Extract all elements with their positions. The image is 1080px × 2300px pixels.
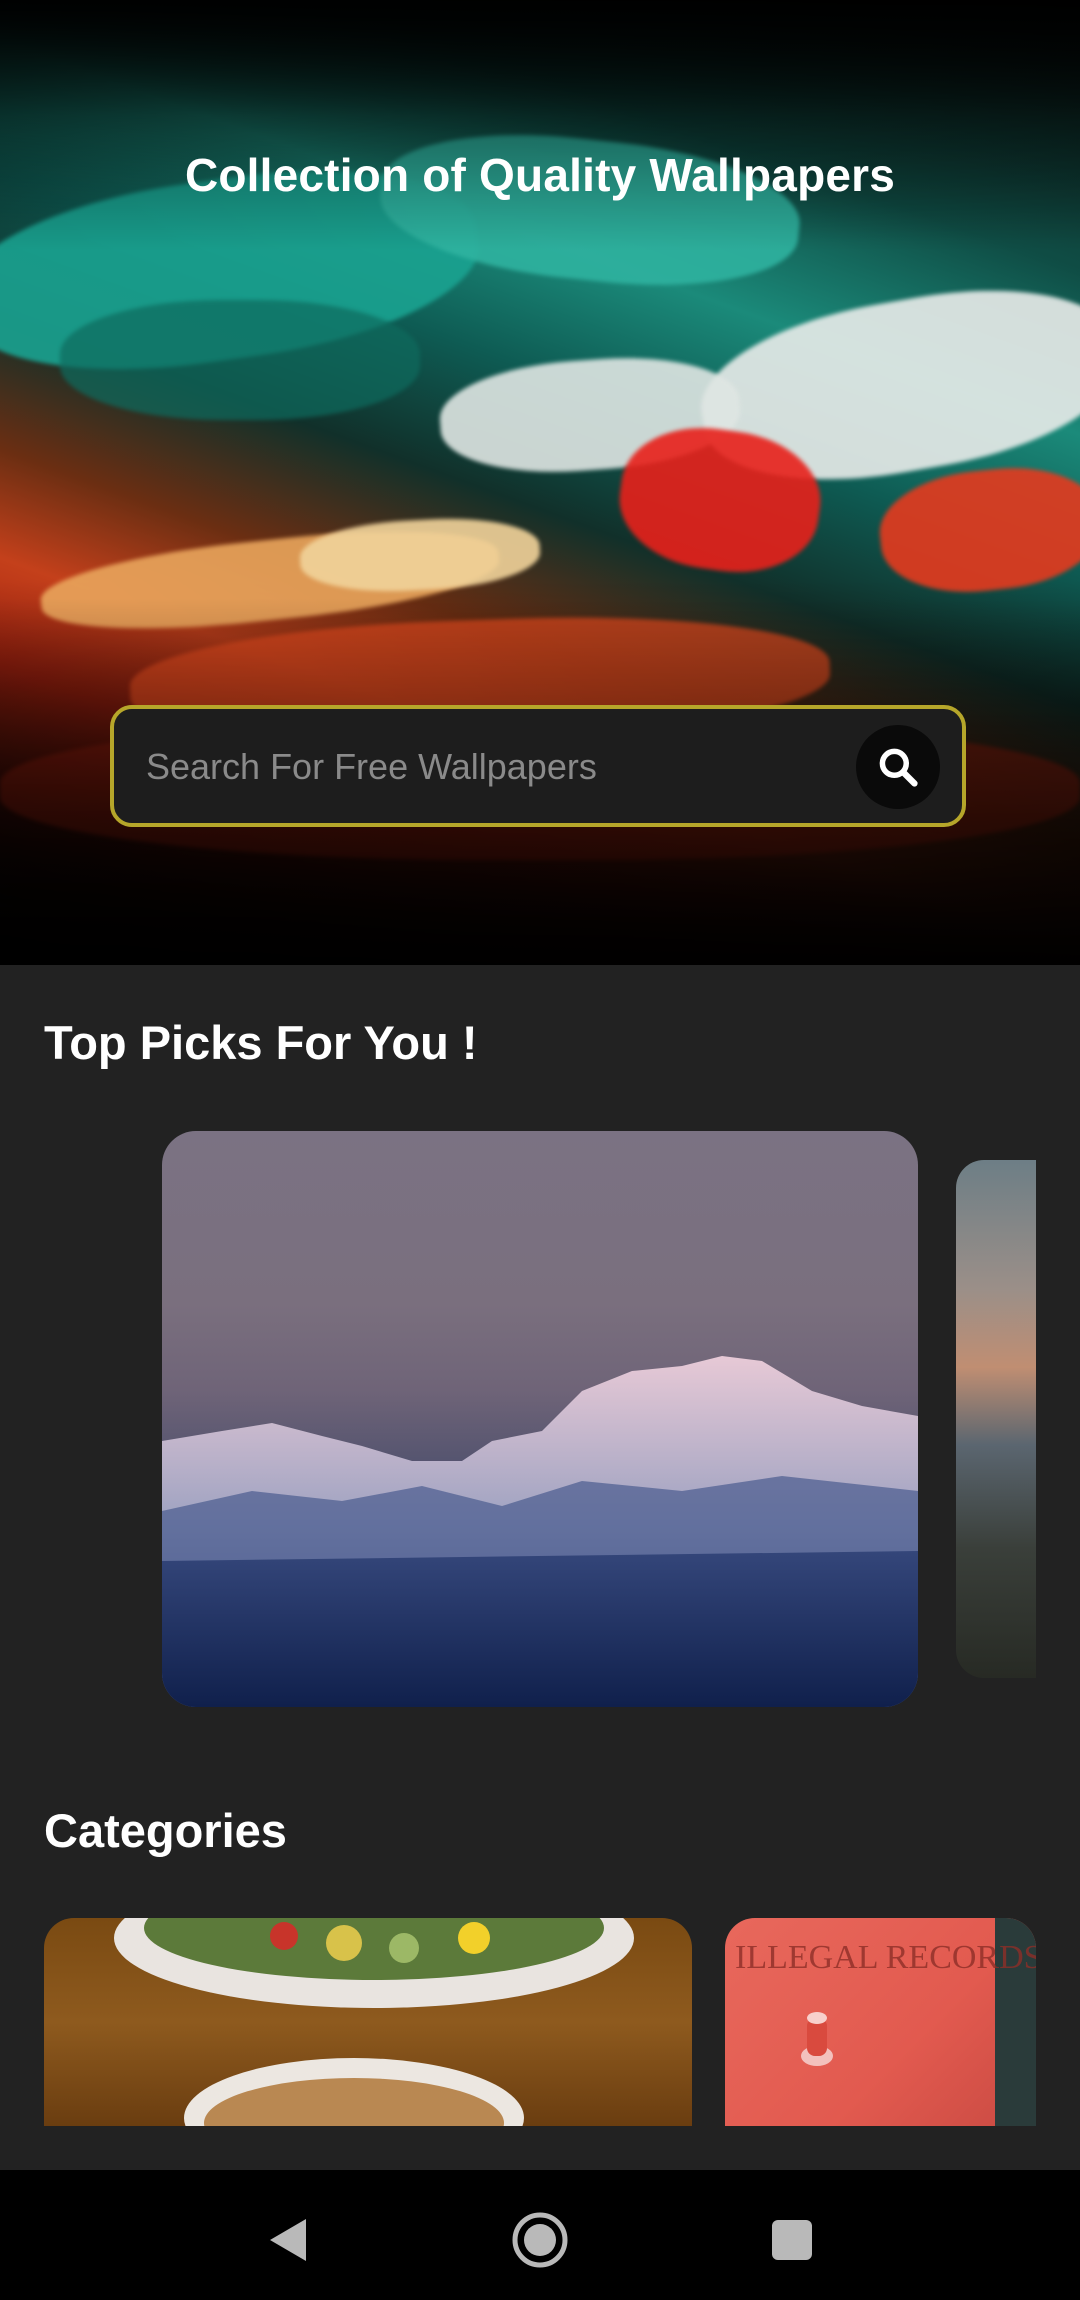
hero-title: Collection of Quality Wallpapers [184, 149, 896, 201]
back-triangle-icon [270, 2219, 306, 2261]
recents-square-icon [772, 2220, 812, 2260]
home-circle-icon [512, 2212, 568, 2268]
search-button[interactable] [856, 725, 940, 809]
nav-recents-button[interactable] [752, 2200, 832, 2280]
system-navigation-bar [0, 2170, 1080, 2300]
search-icon [879, 748, 918, 787]
top-picks-title: Top Picks For You ! [44, 1016, 478, 1069]
search-bar[interactable] [110, 705, 966, 827]
category-card-food[interactable] [44, 1918, 692, 2126]
category-card-music[interactable]: ILLEGAL RECORDS [725, 1918, 1036, 2126]
record-label-text: ILLEGAL RECORDS [735, 1939, 1036, 1976]
wallpaper-card-mountains[interactable] [162, 1131, 918, 1707]
nav-home-button[interactable] [500, 2200, 580, 2280]
wallpaper-card-sunset[interactable] [956, 1160, 1036, 1678]
food-image [114, 1918, 634, 2126]
search-input[interactable] [144, 709, 828, 825]
nav-back-button[interactable] [248, 2200, 328, 2280]
hero-banner: Collection of Quality Wallpapers [0, 0, 1080, 965]
categories-title: Categories [44, 1804, 287, 1857]
mountain-image [162, 1356, 918, 1707]
record-image: ILLEGAL RECORDS [735, 1918, 1036, 2126]
